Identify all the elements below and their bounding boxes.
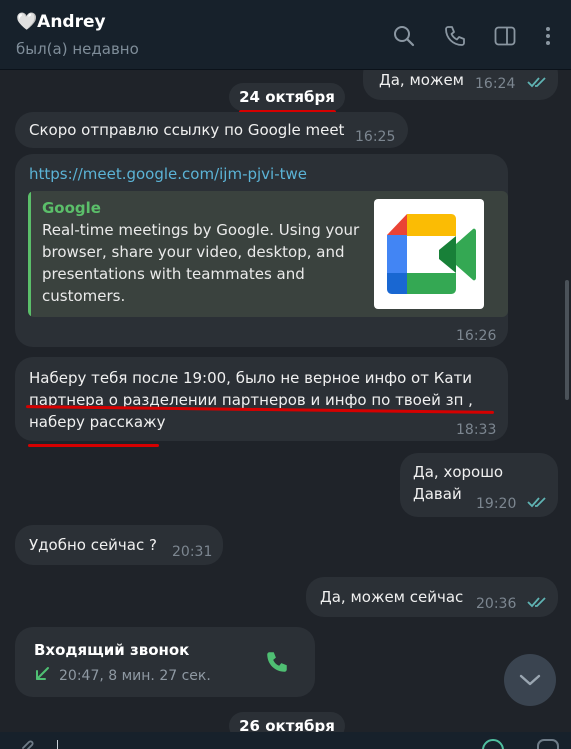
- message-outgoing[interactable]: Да, хорошо Давай 19:20: [400, 453, 558, 517]
- message-time: 18:33: [456, 422, 497, 438]
- message-text: Скоро отправлю ссылку по Google meet: [29, 121, 345, 139]
- preview-site-name: Google: [42, 199, 101, 217]
- message-time: 16:24: [475, 76, 516, 92]
- paperclip-icon[interactable]: [17, 738, 37, 749]
- message-incoming[interactable]: Скоро отправлю ссылку по Google meet 16:…: [15, 112, 408, 148]
- message-link[interactable]: https://meet.google.com/ijm-pjvi-twe: [29, 163, 307, 185]
- message-line: Давай: [413, 485, 462, 503]
- emoji-icon[interactable]: [480, 737, 506, 749]
- chat-header: 🤍Andrey был(а) недавно: [0, 0, 571, 70]
- preview-description: Real-time meetings by Google. Using your…: [42, 221, 360, 305]
- message-outgoing[interactable]: Да, можем сейчас 20:36: [306, 577, 558, 617]
- sidebar-toggle-icon[interactable]: [493, 24, 517, 48]
- phone-icon[interactable]: [443, 24, 467, 48]
- call-back-phone-icon[interactable]: [264, 649, 290, 675]
- message-composer[interactable]: [0, 732, 571, 749]
- message-text: Да, можем: [379, 71, 464, 89]
- message-time: 16:25: [355, 129, 396, 145]
- message-incoming-link[interactable]: https://meet.google.com/ijm-pjvi-twe Goo…: [15, 154, 508, 347]
- message-line: Да, хорошо: [413, 463, 504, 481]
- message-incoming[interactable]: Наберу тебя после 19:00, было не верное …: [15, 357, 508, 441]
- call-info: 20:47, 8 мин. 27 сек.: [59, 668, 211, 684]
- more-vertical-icon[interactable]: [536, 24, 560, 48]
- call-message[interactable]: Входящий звонок 20:47, 8 мин. 27 сек.: [15, 627, 315, 697]
- message-time: 20:36: [476, 596, 517, 612]
- message-time: 19:20: [476, 496, 517, 512]
- contact-name[interactable]: 🤍Andrey: [16, 12, 106, 32]
- red-underline-annotation: [28, 444, 159, 447]
- call-title: Входящий звонок: [34, 641, 190, 659]
- message-text: Удобно сейчас ?: [29, 536, 157, 554]
- preview-accent-bar: [28, 191, 31, 317]
- search-icon[interactable]: [392, 24, 416, 48]
- link-preview[interactable]: Google Real-time meetings by Google. Usi…: [28, 191, 508, 317]
- text-cursor: [57, 740, 58, 749]
- scroll-to-bottom-button[interactable]: [504, 654, 556, 706]
- message-text: Да, можем сейчас: [320, 588, 464, 606]
- sticker-icon[interactable]: [535, 737, 561, 749]
- message-time: 20:31: [172, 544, 213, 560]
- scrollbar-thumb[interactable]: [565, 280, 569, 400]
- read-ticks-icon: [527, 75, 549, 89]
- read-ticks-icon: [527, 495, 549, 509]
- message-line: наберу расскажу: [29, 413, 166, 431]
- date-separator: 24 октября: [229, 83, 345, 111]
- read-ticks-icon: [527, 595, 549, 609]
- message-time: 16:26: [456, 328, 497, 344]
- google-meet-logo-icon: [374, 199, 484, 309]
- chevron-down-icon: [519, 674, 541, 686]
- message-list[interactable]: Да, можем 16:24 24 октября Скоро отправл…: [0, 70, 571, 749]
- message-outgoing[interactable]: Да, можем 16:24: [363, 70, 558, 100]
- message-incoming[interactable]: Удобно сейчас ? 20:31: [15, 525, 223, 565]
- message-line: Наберу тебя после 19:00, было не верное …: [29, 369, 473, 387]
- incoming-arrow-icon: [33, 665, 51, 683]
- contact-status: был(а) недавно: [16, 40, 139, 58]
